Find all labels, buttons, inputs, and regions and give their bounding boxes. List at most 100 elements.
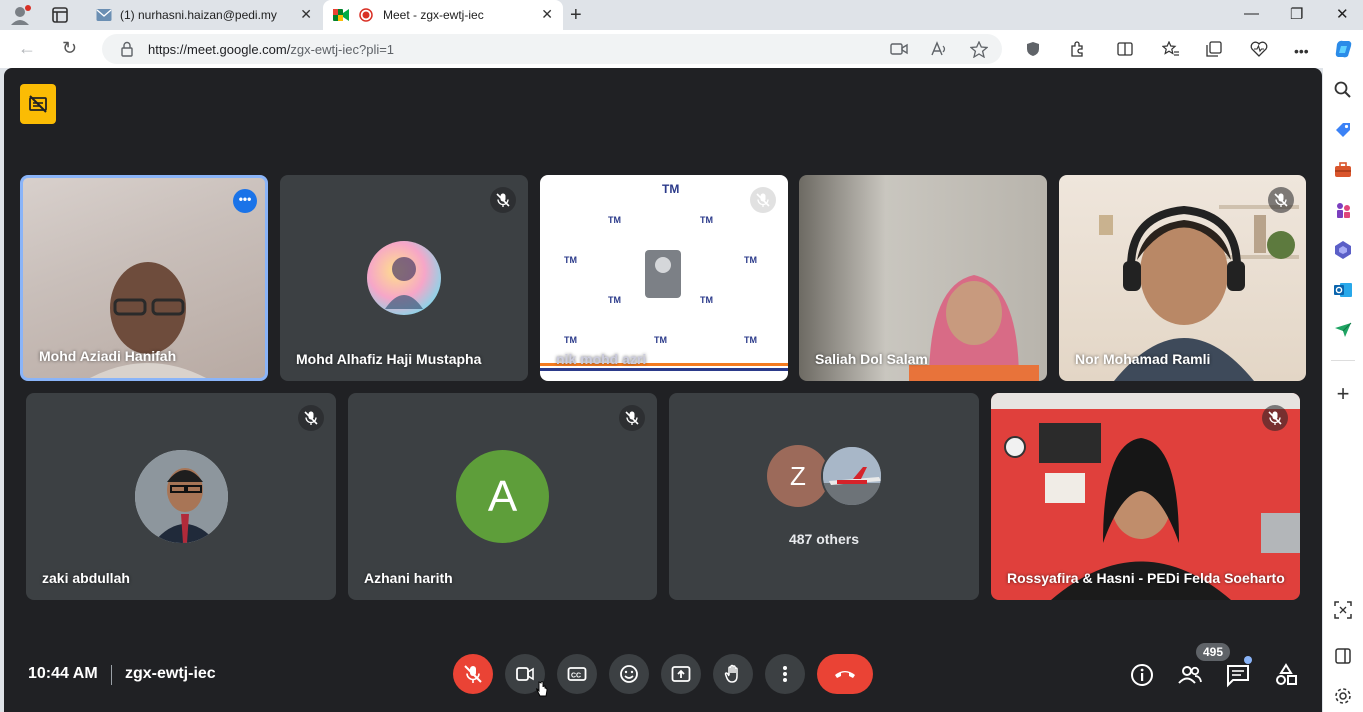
mic-toggle-button[interactable]: [453, 654, 493, 694]
close-tab-icon[interactable]: ✕: [541, 6, 553, 23]
settings-gear-icon[interactable]: [1333, 686, 1353, 706]
shield-extension-icon[interactable]: [1025, 41, 1041, 62]
new-tab-icon[interactable]: +: [570, 4, 582, 27]
participant-tile[interactable]: ••• Mohd Aziadi Hanifah: [20, 175, 268, 381]
others-count-label: 487 others: [788, 531, 860, 547]
svg-text:CC: CC: [571, 673, 581, 680]
others-tile[interactable]: Z 487 others: [669, 393, 979, 600]
activities-button[interactable]: [1273, 662, 1299, 688]
participants-count-badge: 495: [1196, 643, 1230, 661]
avatar: [821, 445, 883, 507]
people-button[interactable]: [1177, 662, 1203, 688]
tools-icon[interactable]: [1333, 160, 1353, 180]
address-bar[interactable]: https://meet.google.com/zgx-ewtj-iec?pli…: [102, 34, 1002, 64]
minimize-icon[interactable]: —: [1244, 5, 1259, 22]
restore-icon[interactable]: ❐: [1290, 5, 1303, 23]
performance-heart-icon[interactable]: [1250, 41, 1268, 62]
outlook-icon[interactable]: [1333, 280, 1353, 300]
mail-icon: [96, 8, 112, 25]
chat-notification-dot: [1244, 656, 1252, 664]
participant-tile[interactable]: Rossyafira & Hasni - PEDi Felda Soeharto: [991, 393, 1300, 600]
shopping-tag-icon[interactable]: [1333, 120, 1353, 140]
participant-name: Mohd Alhafiz Haji Mustapha: [296, 351, 482, 367]
svg-text:TM: TM: [654, 335, 667, 345]
muted-mic-icon: [298, 405, 324, 431]
favorites-icon[interactable]: [1161, 40, 1180, 62]
hang-up-icon: [835, 671, 855, 678]
tab-email[interactable]: (1) nurhasni.haizan@pedi.my ✕: [86, 0, 322, 30]
participant-tile[interactable]: Nor Mohamad Ramli: [1059, 175, 1306, 381]
raise-hand-button[interactable]: [713, 654, 753, 694]
camera-in-use-icon[interactable]: [890, 41, 908, 62]
url-host: https://meet.google.com/: [148, 42, 291, 57]
more-options-button[interactable]: [765, 654, 805, 694]
muted-mic-icon: [1268, 187, 1294, 213]
url-text: https://meet.google.com/zgx-ewtj-iec?pli…: [148, 42, 394, 57]
meeting-code: zgx-ewtj-iec: [125, 665, 216, 682]
separator: [111, 665, 112, 685]
participant-video: [991, 393, 1300, 600]
profile-icon[interactable]: [10, 5, 32, 25]
svg-text:TM: TM: [662, 182, 679, 196]
hide-sidebar-icon[interactable]: [1333, 646, 1353, 666]
camera-icon: [516, 667, 534, 681]
collections-icon[interactable]: [1206, 41, 1222, 62]
present-screen-icon: [671, 666, 691, 682]
screenshot-icon[interactable]: [1333, 600, 1353, 620]
participant-tile[interactable]: Saliah Dol Salam: [799, 175, 1047, 381]
tab-title: Meet - zgx-ewtj-iec: [383, 8, 484, 22]
lock-icon[interactable]: [120, 41, 134, 62]
close-tab-icon[interactable]: ✕: [300, 6, 312, 23]
participant-name: Azhani harith: [364, 570, 453, 586]
extensions-icon[interactable]: [1069, 41, 1085, 62]
copilot-icon[interactable]: [1333, 38, 1355, 65]
more-menu-icon[interactable]: •••: [1294, 43, 1309, 59]
meeting-details-button[interactable]: [1129, 662, 1155, 688]
refresh-icon[interactable]: ↻: [62, 38, 77, 59]
back-icon[interactable]: ←: [18, 38, 36, 59]
microsoft-365-icon[interactable]: [1333, 240, 1353, 260]
chat-button[interactable]: [1225, 656, 1252, 688]
shapes-icon: [1276, 663, 1297, 685]
tab-strip: (1) nurhasni.haizan@pedi.my ✕ Meet - zgx…: [0, 0, 1363, 30]
add-sidebar-app-icon[interactable]: +: [1333, 383, 1353, 405]
tab-title: (1) nurhasni.haizan@pedi.my: [120, 8, 277, 22]
participant-name: Nor Mohamad Ramli: [1075, 351, 1211, 367]
present-button[interactable]: [661, 654, 701, 694]
tab-meet[interactable]: Meet - zgx-ewtj-iec ✕: [323, 0, 563, 30]
muted-mic-icon: [1262, 405, 1288, 431]
svg-text:TM: TM: [608, 215, 621, 225]
reactions-button[interactable]: [609, 654, 649, 694]
captions-off-icon: [29, 95, 47, 113]
tab-actions-icon[interactable]: [50, 5, 70, 25]
participant-video: [909, 275, 1039, 381]
recording-badge[interactable]: [20, 84, 56, 124]
captions-button[interactable]: CC: [557, 654, 597, 694]
participant-tile[interactable]: Mohd Alhafiz Haji Mustapha: [280, 175, 528, 381]
games-icon[interactable]: [1333, 200, 1353, 220]
leave-call-button[interactable]: [817, 654, 873, 694]
read-aloud-icon[interactable]: [930, 41, 948, 62]
chat-icon: [1227, 665, 1249, 688]
search-icon[interactable]: [1333, 80, 1353, 100]
participant-tile[interactable]: A Azhani harith: [348, 393, 657, 600]
close-window-icon[interactable]: ✕: [1336, 5, 1349, 23]
camera-toggle-button[interactable]: [505, 654, 548, 697]
url-path: zgx-ewtj-iec?pli=1: [290, 42, 395, 57]
participant-tile[interactable]: zaki abdullah: [26, 393, 336, 600]
svg-text:TM: TM: [700, 295, 713, 305]
split-screen-icon[interactable]: [1117, 41, 1133, 62]
more-options-icon[interactable]: •••: [233, 189, 257, 213]
participant-name: zaki abdullah: [42, 570, 130, 586]
participant-name: Mohd Aziadi Hanifah: [39, 348, 177, 364]
avatar: [135, 450, 228, 543]
meet-logo-icon: [333, 8, 349, 25]
participant-name: nik mohd azri: [556, 351, 647, 367]
favorite-star-icon[interactable]: [969, 40, 989, 63]
muted-mic-icon: [750, 187, 776, 213]
more-vert-icon: [783, 666, 787, 682]
drop-send-icon[interactable]: [1333, 320, 1353, 340]
participant-tile[interactable]: TM TM TM TM TM TM TM TM TM TM nik mohd azri: [540, 175, 788, 381]
svg-text:TM: TM: [744, 255, 757, 265]
svg-text:TM: TM: [564, 255, 577, 265]
